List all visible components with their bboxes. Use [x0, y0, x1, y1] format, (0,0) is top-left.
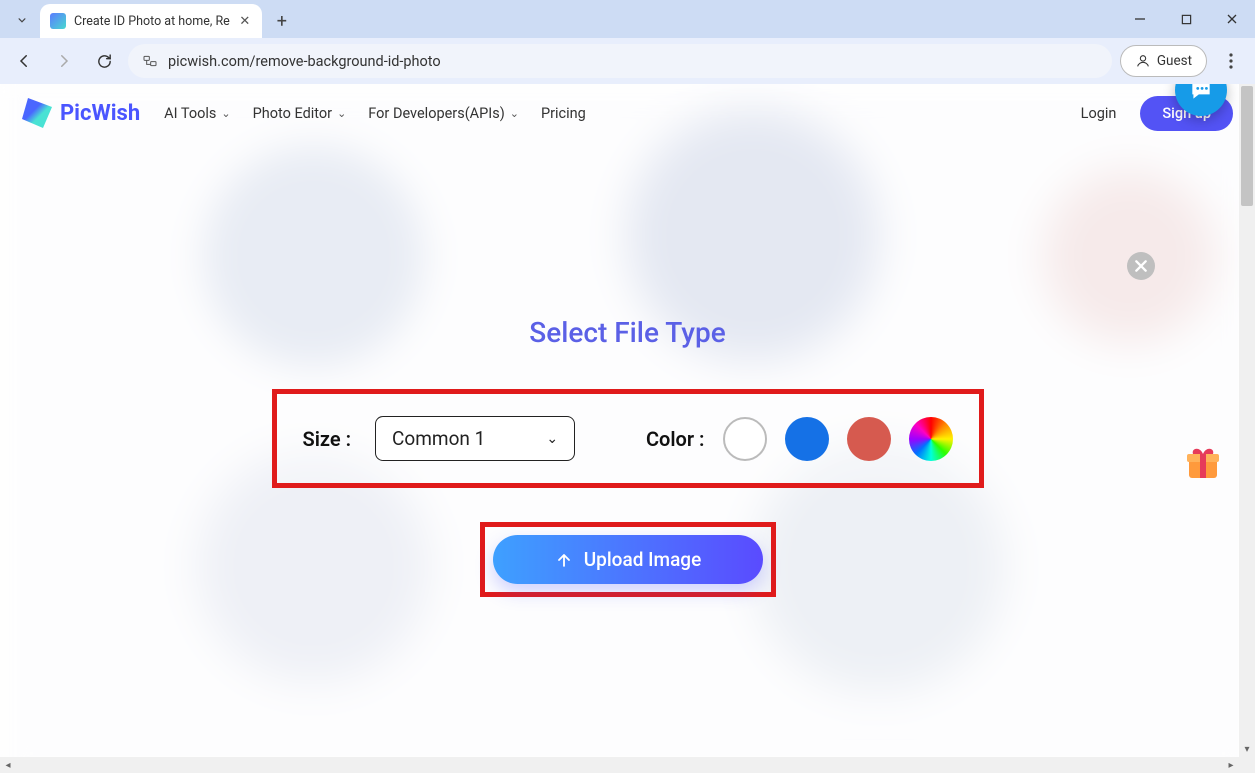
scrollbar-corner	[1239, 757, 1255, 773]
browser-menu-button[interactable]	[1215, 53, 1247, 69]
window-maximize-button[interactable]	[1163, 0, 1209, 38]
forward-button[interactable]	[48, 45, 80, 77]
size-value: Common 1	[392, 427, 485, 450]
window-controls	[1117, 0, 1255, 38]
size-dropdown[interactable]: Common 1 ⌄	[375, 416, 575, 461]
chevron-down-icon: ⌄	[221, 107, 230, 120]
color-swatch-blue[interactable]	[785, 417, 829, 461]
reload-button[interactable]	[88, 45, 120, 77]
scroll-right-arrow-icon[interactable]: ▸	[1223, 757, 1239, 773]
address-bar[interactable]: picwish.com/remove-background-id-photo	[128, 44, 1112, 78]
browser-toolbar: picwish.com/remove-background-id-photo G…	[0, 38, 1255, 84]
tab-title: Create ID Photo at home, Re	[74, 14, 230, 29]
modal-title: Select File Type	[268, 316, 988, 349]
chevron-down-icon: ⌄	[546, 431, 558, 447]
scroll-down-arrow-icon[interactable]: ▾	[1239, 741, 1255, 757]
chevron-down-icon: ⌄	[337, 107, 346, 120]
nav-label: AI Tools	[164, 105, 216, 122]
horizontal-scrollbar[interactable]: ◂ ▸	[0, 757, 1239, 773]
login-link[interactable]: Login	[1081, 105, 1117, 122]
nav-label: Pricing	[541, 105, 586, 122]
color-options: Color :	[646, 417, 953, 461]
favicon-icon	[50, 13, 66, 29]
nav-ai-tools[interactable]: AI Tools ⌄	[164, 105, 230, 122]
scroll-left-arrow-icon[interactable]: ◂	[0, 757, 16, 773]
upload-image-button[interactable]: Upload Image	[493, 535, 763, 584]
browser-tab[interactable]: Create ID Photo at home, Re ✕	[40, 4, 262, 38]
nav-developers[interactable]: For Developers(APIs) ⌄	[368, 105, 519, 122]
upload-icon	[554, 550, 574, 570]
chat-icon	[1188, 84, 1214, 103]
file-type-modal: Select File Type Size : Common 1 ⌄ Color…	[268, 316, 988, 597]
color-swatch-red[interactable]	[847, 417, 891, 461]
color-swatch-rainbow[interactable]	[909, 417, 953, 461]
url-text: picwish.com/remove-background-id-photo	[168, 53, 1098, 70]
nav-label: Photo Editor	[253, 105, 332, 122]
main-nav: AI Tools ⌄ Photo Editor ⌄ For Developers(A…	[164, 105, 586, 122]
modal-close-button[interactable]	[1127, 252, 1155, 280]
tabs-dropdown-button[interactable]	[4, 5, 40, 35]
browser-tab-strip: Create ID Photo at home, Re ✕ +	[0, 0, 1255, 38]
upload-label: Upload Image	[584, 548, 702, 571]
logo-icon	[22, 98, 52, 128]
color-swatch-white[interactable]	[723, 417, 767, 461]
back-button[interactable]	[8, 45, 40, 77]
nav-pricing[interactable]: Pricing	[541, 105, 586, 122]
nav-photo-editor[interactable]: Photo Editor ⌄	[253, 105, 347, 122]
logo-text: PicWish	[60, 101, 140, 126]
profile-guest-button[interactable]: Guest	[1120, 45, 1207, 77]
close-icon	[1134, 259, 1148, 273]
vertical-scrollbar[interactable]: ▾	[1239, 84, 1255, 757]
site-settings-icon[interactable]	[142, 53, 158, 69]
nav-label: For Developers(APIs)	[368, 105, 504, 122]
guest-label: Guest	[1157, 53, 1192, 69]
site-header: PicWish AI Tools ⌄ Photo Editor ⌄ For Deve…	[0, 84, 1255, 142]
page-content: PicWish AI Tools ⌄ Photo Editor ⌄ For Deve…	[0, 84, 1255, 773]
new-tab-button[interactable]: +	[268, 7, 296, 35]
window-close-button[interactable]	[1209, 0, 1255, 38]
user-icon	[1135, 53, 1151, 69]
gift-promo-icon[interactable]	[1183, 442, 1223, 482]
color-label: Color :	[646, 427, 705, 451]
chevron-down-icon: ⌄	[510, 107, 519, 120]
upload-highlight-box: Upload Image	[480, 522, 776, 597]
size-label: Size :	[303, 427, 352, 451]
tab-close-icon[interactable]: ✕	[238, 14, 252, 28]
window-minimize-button[interactable]	[1117, 0, 1163, 38]
logo[interactable]: PicWish	[22, 98, 140, 128]
options-highlight-box: Size : Common 1 ⌄ Color :	[272, 389, 984, 488]
